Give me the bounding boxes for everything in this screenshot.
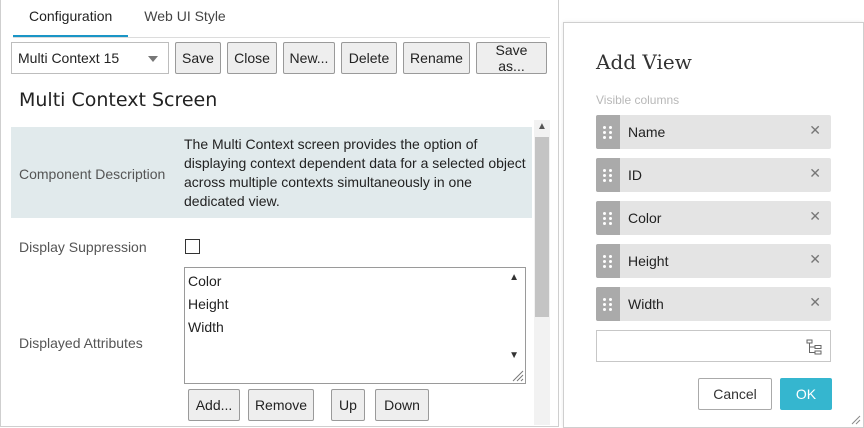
- close-icon[interactable]: ✕: [809, 208, 821, 225]
- tab-bar: Configuration Web UI Style: [13, 0, 242, 38]
- properties-area: Component Description The Multi Context …: [11, 120, 550, 425]
- save-button[interactable]: Save: [175, 42, 221, 74]
- add-column-input[interactable]: [596, 330, 831, 362]
- drag-handle-icon[interactable]: [596, 244, 620, 278]
- column-label: Width: [628, 296, 664, 312]
- scroll-up-icon[interactable]: ▲: [537, 121, 547, 132]
- column-item-color[interactable]: Color ✕: [596, 201, 831, 235]
- delete-button[interactable]: Delete: [341, 42, 397, 74]
- toolbar: Multi Context 15 Save Close New... Delet…: [11, 42, 547, 74]
- display-suppression-checkbox[interactable]: [185, 239, 200, 254]
- displayed-attributes-label: Displayed Attributes: [19, 335, 143, 351]
- component-description-row: Component Description The Multi Context …: [11, 127, 532, 218]
- dialog-title: Add View: [596, 50, 692, 74]
- tab-divider: [13, 37, 550, 38]
- configuration-panel: Configuration Web UI Style Multi Context…: [0, 0, 559, 427]
- config-select[interactable]: Multi Context 15: [11, 42, 169, 74]
- move-down-button[interactable]: Down: [375, 389, 429, 421]
- resize-grip-icon[interactable]: [849, 413, 861, 425]
- drag-handle-icon[interactable]: [596, 158, 620, 192]
- tab-configuration[interactable]: Configuration: [13, 0, 129, 38]
- attribute-buttons: Add... Remove Up Down: [188, 389, 429, 421]
- drag-handle-icon[interactable]: [596, 115, 620, 149]
- tab-web-ui-style[interactable]: Web UI Style: [128, 0, 241, 38]
- screen-title: Multi Context Screen: [19, 89, 218, 111]
- column-item-height[interactable]: Height ✕: [596, 244, 831, 278]
- close-icon[interactable]: ✕: [809, 294, 821, 311]
- column-label: Color: [628, 210, 662, 226]
- component-description-text: The Multi Context screen provides the op…: [184, 136, 526, 209]
- scrollbar-thumb[interactable]: [535, 137, 549, 317]
- list-item[interactable]: Width: [188, 319, 224, 335]
- add-view-dialog: Add View Visible columns Name ✕ ID ✕ Col…: [563, 22, 864, 428]
- column-label: Name: [628, 124, 666, 140]
- list-item[interactable]: Color: [188, 273, 221, 289]
- close-icon[interactable]: ✕: [809, 122, 821, 139]
- close-button[interactable]: Close: [227, 42, 277, 74]
- displayed-attributes-list[interactable]: Color Height Width ▲ ▼: [184, 267, 526, 384]
- drag-handle-icon[interactable]: [596, 201, 620, 235]
- rename-button[interactable]: Rename: [403, 42, 470, 74]
- close-icon[interactable]: ✕: [809, 251, 821, 268]
- scroll-down-icon[interactable]: ▼: [509, 350, 519, 361]
- column-item-width[interactable]: Width ✕: [596, 287, 831, 321]
- visible-columns-label: Visible columns: [596, 93, 680, 107]
- ok-button[interactable]: OK: [780, 378, 832, 410]
- panel-scrollbar[interactable]: ▲: [534, 120, 550, 425]
- move-up-button[interactable]: Up: [331, 389, 365, 421]
- add-attribute-button[interactable]: Add...: [188, 389, 240, 421]
- drag-handle-icon[interactable]: [596, 287, 620, 321]
- column-item-id[interactable]: ID ✕: [596, 158, 831, 192]
- list-item[interactable]: Height: [188, 296, 228, 312]
- save-as-button[interactable]: Save as...: [476, 42, 547, 74]
- display-suppression-label: Display Suppression: [19, 239, 147, 255]
- chevron-down-icon: [148, 56, 158, 62]
- close-icon[interactable]: ✕: [809, 165, 821, 182]
- column-label: Height: [628, 253, 669, 269]
- column-label: ID: [628, 167, 642, 183]
- remove-attribute-button[interactable]: Remove: [248, 389, 314, 421]
- component-description-label: Component Description: [19, 166, 166, 182]
- scroll-up-icon[interactable]: ▲: [509, 272, 519, 283]
- config-select-value: Multi Context 15: [18, 50, 120, 66]
- resize-grip-icon[interactable]: [510, 368, 524, 382]
- cancel-button[interactable]: Cancel: [698, 378, 772, 410]
- column-item-name[interactable]: Name ✕: [596, 115, 831, 149]
- tree-picker-icon[interactable]: [806, 339, 822, 355]
- new-button[interactable]: New...: [283, 42, 335, 74]
